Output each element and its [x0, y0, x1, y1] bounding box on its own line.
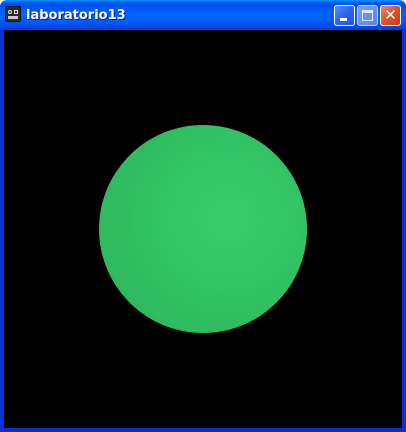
- app-window: laboratorio13 ✕: [0, 0, 406, 432]
- app-icon[interactable]: [5, 6, 21, 22]
- title-bar[interactable]: laboratorio13 ✕: [0, 0, 406, 30]
- close-button[interactable]: ✕: [380, 5, 401, 26]
- minimize-button[interactable]: [334, 5, 355, 26]
- minimize-icon: [340, 18, 347, 21]
- window-title: laboratorio13: [26, 8, 126, 23]
- close-icon: ✕: [384, 6, 397, 24]
- green-sphere: [99, 125, 307, 333]
- render-canvas[interactable]: [4, 30, 402, 428]
- maximize-button[interactable]: [357, 5, 378, 26]
- maximize-icon: [362, 10, 373, 21]
